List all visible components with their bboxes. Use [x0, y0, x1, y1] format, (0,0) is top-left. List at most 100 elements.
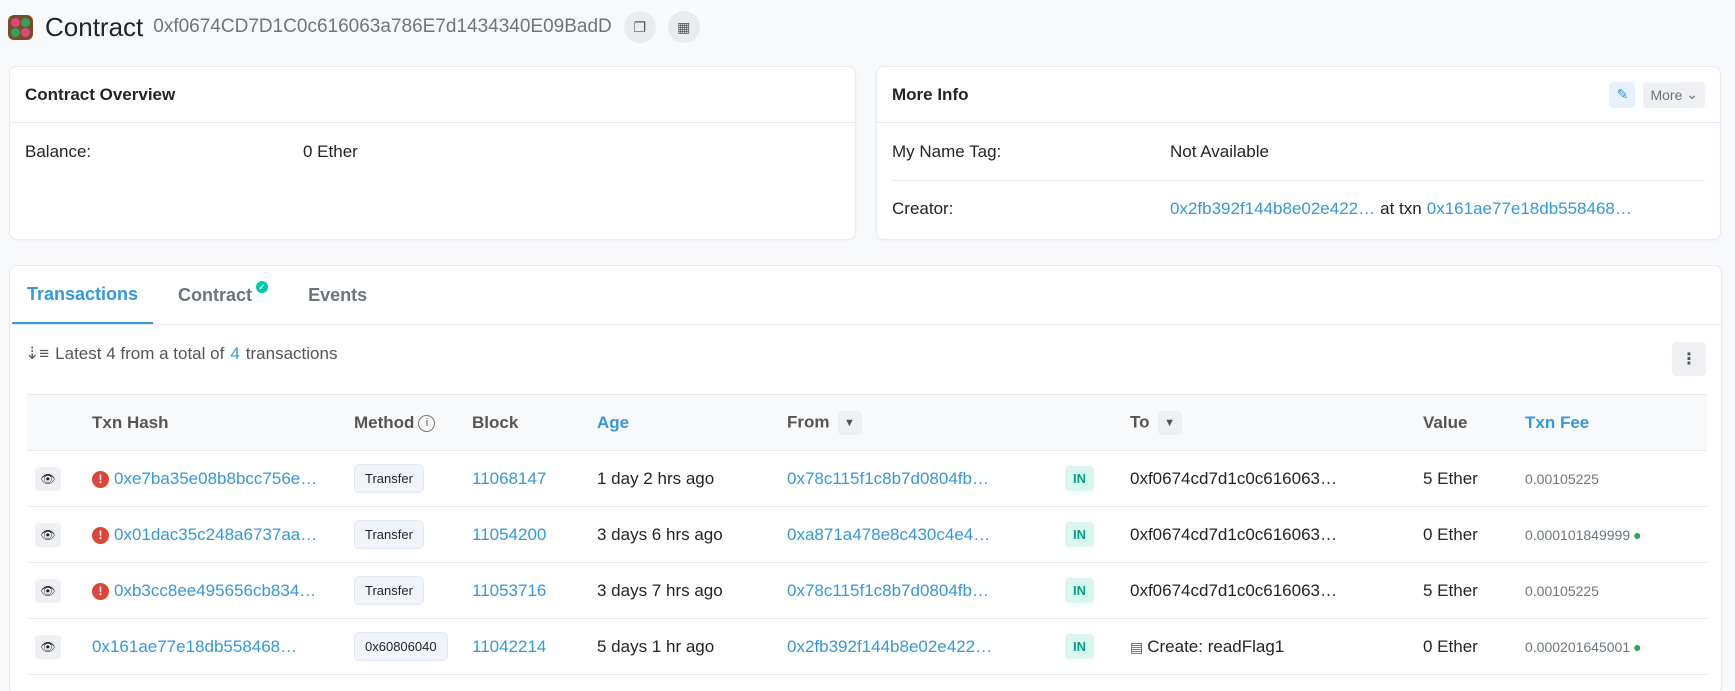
- col-txn-fee[interactable]: Txn Fee: [1517, 395, 1707, 451]
- tab-contract-label: Contract: [178, 284, 253, 305]
- balance-row: Balance: 0 Ether: [10, 123, 855, 180]
- eye-icon[interactable]: 👁: [35, 578, 61, 603]
- from-address-link[interactable]: 0x2fb392f144b8e02e422…: [787, 637, 992, 656]
- overview-title: Contract Overview: [10, 67, 855, 123]
- summary-count-link[interactable]: 4: [230, 344, 239, 364]
- col-value: Value: [1423, 412, 1468, 432]
- contract-address: 0xf0674CD7D1C0c616063a786E7d1434340E09Ba…: [153, 16, 612, 37]
- method-badge: Transfer: [354, 464, 424, 493]
- page-title: Contract: [45, 11, 144, 42]
- more-info-header: More Info ✎ More ⌄: [877, 67, 1720, 123]
- fee-cell: 0.000101849999: [1525, 526, 1631, 543]
- col-block: Block: [472, 412, 519, 432]
- age-cell: 1 day 2 hrs ago: [597, 468, 715, 488]
- method-badge: Transfer: [354, 520, 424, 549]
- fee-cell: 0.00105225: [1525, 582, 1599, 599]
- creator-row: Creator: 0x2fb392f144b8e02e422… at txn 0…: [892, 180, 1705, 237]
- at-txn-text: at txn: [1380, 199, 1422, 218]
- block-link[interactable]: 11054200: [472, 525, 546, 544]
- copy-icon[interactable]: ❐: [623, 11, 656, 43]
- col-age[interactable]: Age: [589, 395, 779, 451]
- col-from: From ▼: [779, 395, 1057, 451]
- txn-hash-link[interactable]: 0xb3cc8ee495656cb834…: [114, 581, 316, 600]
- contract-create-icon: ▤: [1130, 638, 1144, 655]
- filter-to-icon[interactable]: ▼: [1157, 410, 1182, 435]
- col-method-label: Method: [354, 412, 415, 432]
- error-icon: !: [92, 470, 109, 488]
- txn-hash-link[interactable]: 0x01dac35c248a6737aa…: [114, 525, 317, 544]
- more-dropdown-button[interactable]: More ⌄: [1643, 81, 1705, 108]
- creator-txn-link[interactable]: 0x161ae77e18db558468…: [1427, 199, 1632, 219]
- block-link[interactable]: 11053716: [472, 581, 546, 600]
- direction-badge: IN: [1065, 466, 1094, 491]
- to-address: 0xf0674cd7d1c0c616063…: [1130, 468, 1337, 488]
- filter-from-icon[interactable]: ▼: [837, 410, 862, 435]
- error-icon: !: [92, 526, 109, 544]
- tab-transactions[interactable]: Transactions: [12, 266, 154, 324]
- col-direction: [1057, 395, 1122, 451]
- gas-icon: ●: [1633, 638, 1642, 655]
- col-from-label: From: [787, 411, 830, 431]
- col-txn-hash: Txn Hash: [92, 412, 169, 432]
- sort-icon: ⇣≡: [25, 344, 50, 363]
- col-to: To ▼: [1122, 395, 1415, 451]
- col-eye: [27, 395, 84, 451]
- age-cell: 3 days 7 hrs ago: [597, 580, 723, 600]
- col-method: Method i: [346, 395, 464, 451]
- fee-cell: 0.00105225: [1525, 470, 1599, 487]
- txn-hash-link[interactable]: 0x161ae77e18db558468…: [92, 637, 297, 656]
- summary-suffix: transactions: [245, 344, 338, 363]
- transactions-table: Txn Hash Method i Block Age From ▼ To ▼ Val…: [27, 394, 1707, 675]
- value-cell: 0 Ether: [1423, 636, 1478, 656]
- balance-label: Balance:: [25, 141, 92, 161]
- eye-icon[interactable]: 👁: [35, 522, 61, 547]
- table-row: 👁 ! 0xe7ba35e08b8bcc756e… Transfer 110681…: [27, 451, 1707, 507]
- summary-prefix: Latest 4 from a total of: [55, 344, 225, 363]
- txn-hash-link[interactable]: 0xe7ba35e08b8bcc756e…: [114, 469, 317, 488]
- method-badge: 0x60806040: [354, 632, 448, 661]
- magic-wand-icon[interactable]: ✎: [1609, 81, 1636, 108]
- transactions-card: Transactions Contract ✓ Events ⇣≡ Latest…: [9, 265, 1722, 691]
- tab-bar: Transactions Contract ✓ Events: [10, 266, 1721, 325]
- error-icon: !: [92, 582, 109, 600]
- table-row: 👁 ! 0xb3cc8ee495656cb834… Transfer 110537…: [27, 563, 1707, 619]
- from-address-link[interactable]: 0xa871a478e8c430c4e4…: [787, 525, 990, 544]
- gas-icon: ●: [1633, 526, 1642, 543]
- contract-avatar: [8, 14, 33, 40]
- contract-overview-card: Contract Overview Balance: 0 Ether: [9, 66, 856, 240]
- age-cell: 5 days 1 hr ago: [597, 636, 715, 656]
- name-tag-value: Not Available: [1170, 141, 1269, 161]
- method-badge: Transfer: [354, 576, 424, 605]
- chevron-down-icon: ⌄: [1682, 86, 1698, 102]
- page-header: Contract 0xf0674CD7D1C0c616063a786E7d143…: [8, 10, 700, 44]
- block-link[interactable]: 11042214: [472, 637, 546, 656]
- age-cell: 3 days 6 hrs ago: [597, 524, 723, 544]
- table-header-row: Txn Hash Method i Block Age From ▼ To ▼ Val…: [27, 394, 1707, 451]
- name-tag-row: My Name Tag: Not Available: [877, 123, 1720, 180]
- col-to-label: To: [1130, 411, 1150, 431]
- value-cell: 5 Ether: [1423, 468, 1478, 488]
- to-address: 0xf0674cd7d1c0c616063…: [1130, 580, 1337, 600]
- creator-label: Creator:: [892, 199, 954, 218]
- direction-badge: IN: [1065, 634, 1094, 659]
- table-row: 👁 ! 0x01dac35c248a6737aa… Transfer 110542…: [27, 507, 1707, 563]
- fee-cell: 0.000201645001: [1525, 638, 1631, 655]
- to-address: 0xf0674cd7d1c0c616063…: [1130, 524, 1337, 544]
- from-address-link[interactable]: 0x78c115f1c8b7d0804fb…: [787, 581, 989, 600]
- tab-events[interactable]: Events: [293, 266, 382, 324]
- more-info-card: More Info ✎ More ⌄ My Name Tag: Not Avai…: [876, 66, 1721, 240]
- more-label: More: [1650, 86, 1683, 103]
- creator-address-link[interactable]: 0x2fb392f144b8e02e422…: [1170, 199, 1375, 219]
- name-tag-label: My Name Tag:: [892, 141, 1002, 161]
- qr-code-icon[interactable]: ▦: [667, 11, 700, 43]
- direction-badge: IN: [1065, 522, 1094, 547]
- more-options-icon[interactable]: ⋮: [1672, 342, 1706, 376]
- to-address: Create: readFlag1: [1147, 636, 1285, 656]
- eye-icon[interactable]: 👁: [35, 634, 61, 659]
- tab-contract[interactable]: Contract ✓: [163, 266, 283, 324]
- info-icon[interactable]: i: [418, 414, 436, 432]
- balance-value: 0 Ether: [303, 141, 358, 161]
- eye-icon[interactable]: 👁: [35, 466, 61, 491]
- from-address-link[interactable]: 0x78c115f1c8b7d0804fb…: [787, 469, 989, 488]
- block-link[interactable]: 11068147: [472, 469, 546, 488]
